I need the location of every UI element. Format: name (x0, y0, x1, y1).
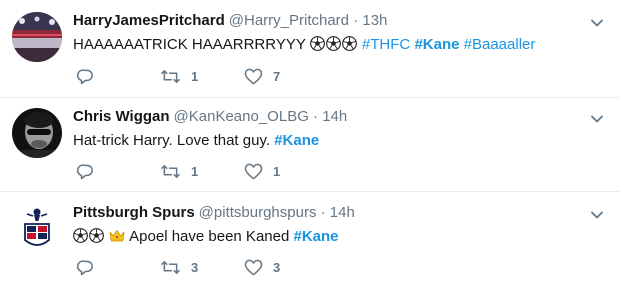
soccer-ball-icon (73, 228, 88, 243)
tweet-text: HAAAAAATRICK HAAARRRRYYY #THFC #Kane #Ba… (73, 36, 535, 53)
heart-icon (244, 259, 263, 276)
display-name[interactable]: Chris Wiggan (73, 108, 170, 125)
avatar[interactable] (12, 108, 62, 158)
display-name[interactable]: HarryJamesPritchard (73, 12, 225, 29)
soccer-ball-icon (342, 36, 357, 51)
soccer-ball-icon (310, 36, 325, 51)
tweet-body: Hat-trick Harry. Love that guy. (73, 132, 271, 149)
like-button[interactable]: 3 (244, 257, 280, 277)
retweet-count: 1 (191, 163, 199, 179)
tweet[interactable]: Pittsburgh Spurs @pittsburghspurs · 14h A… (0, 192, 620, 287)
hashtag-link[interactable]: #THFC (362, 36, 410, 53)
timestamp[interactable]: 13h (362, 12, 387, 29)
retweet-count: 3 (191, 259, 199, 275)
hashtag-link[interactable]: #Kane (293, 228, 338, 245)
avatar[interactable] (12, 12, 62, 62)
display-name[interactable]: Pittsburgh Spurs (73, 204, 195, 221)
user-handle[interactable]: @pittsburghspurs (199, 204, 317, 221)
separator-dot: · (320, 204, 326, 221)
reply-button[interactable] (76, 257, 95, 277)
user-handle[interactable]: @KanKeano_OLBG (174, 108, 309, 125)
hashtag-link[interactable]: #Kane (274, 132, 319, 149)
user-handle[interactable]: @Harry_Pritchard (229, 12, 349, 29)
reply-button[interactable] (76, 66, 95, 86)
tweet[interactable]: Chris Wiggan @KanKeano_OLBG · 14h Hat-tri… (0, 98, 620, 192)
tweet-text: Hat-trick Harry. Love that guy. #Kane (73, 132, 319, 149)
reply-button[interactable] (76, 161, 95, 181)
tweet-body: HAAAAAATRICK HAAARRRRYYY (73, 36, 306, 53)
retweet-button[interactable]: 3 (160, 257, 198, 277)
retweet-icon (160, 163, 181, 180)
tweet-header: Chris Wiggan @KanKeano_OLBG · 14h (73, 108, 347, 125)
like-count: 7 (273, 68, 281, 84)
hashtag-link[interactable]: #Baaaaller (464, 36, 536, 53)
tweet-feed: HarryJamesPritchard @Harry_Pritchard · 13… (0, 0, 620, 287)
retweet-count: 1 (191, 68, 199, 84)
like-button[interactable]: 1 (244, 161, 280, 181)
heart-icon (244, 163, 263, 180)
like-count: 3 (273, 259, 281, 275)
reply-icon (76, 258, 95, 277)
retweet-icon (160, 259, 181, 276)
chevron-down-icon[interactable] (590, 210, 604, 220)
chevron-down-icon[interactable] (590, 18, 604, 28)
chevron-down-icon[interactable] (590, 114, 604, 124)
separator-dot: · (313, 108, 319, 125)
like-count: 1 (273, 163, 281, 179)
tweet-header: Pittsburgh Spurs @pittsburghspurs · 14h (73, 204, 355, 221)
like-button[interactable]: 7 (244, 66, 280, 86)
reply-icon (76, 162, 95, 181)
reply-icon (76, 67, 95, 86)
heart-icon (244, 68, 263, 85)
crown-icon (109, 230, 125, 242)
tweet[interactable]: HarryJamesPritchard @Harry_Pritchard · 13… (0, 0, 620, 98)
retweet-icon (160, 68, 181, 85)
hashtag-link[interactable]: #Kane (414, 36, 459, 53)
tweet-header: HarryJamesPritchard @Harry_Pritchard · 13… (73, 12, 387, 29)
separator-dot: · (353, 12, 359, 29)
retweet-button[interactable]: 1 (160, 66, 198, 86)
retweet-button[interactable]: 1 (160, 161, 198, 181)
soccer-ball-icon (89, 228, 104, 243)
avatar[interactable] (12, 204, 62, 254)
tweet-body: Apoel have been Kaned (129, 228, 290, 245)
soccer-ball-icon (326, 36, 341, 51)
timestamp[interactable]: 14h (330, 204, 355, 221)
timestamp[interactable]: 14h (322, 108, 347, 125)
tweet-text: Apoel have been Kaned #Kane (73, 228, 339, 245)
